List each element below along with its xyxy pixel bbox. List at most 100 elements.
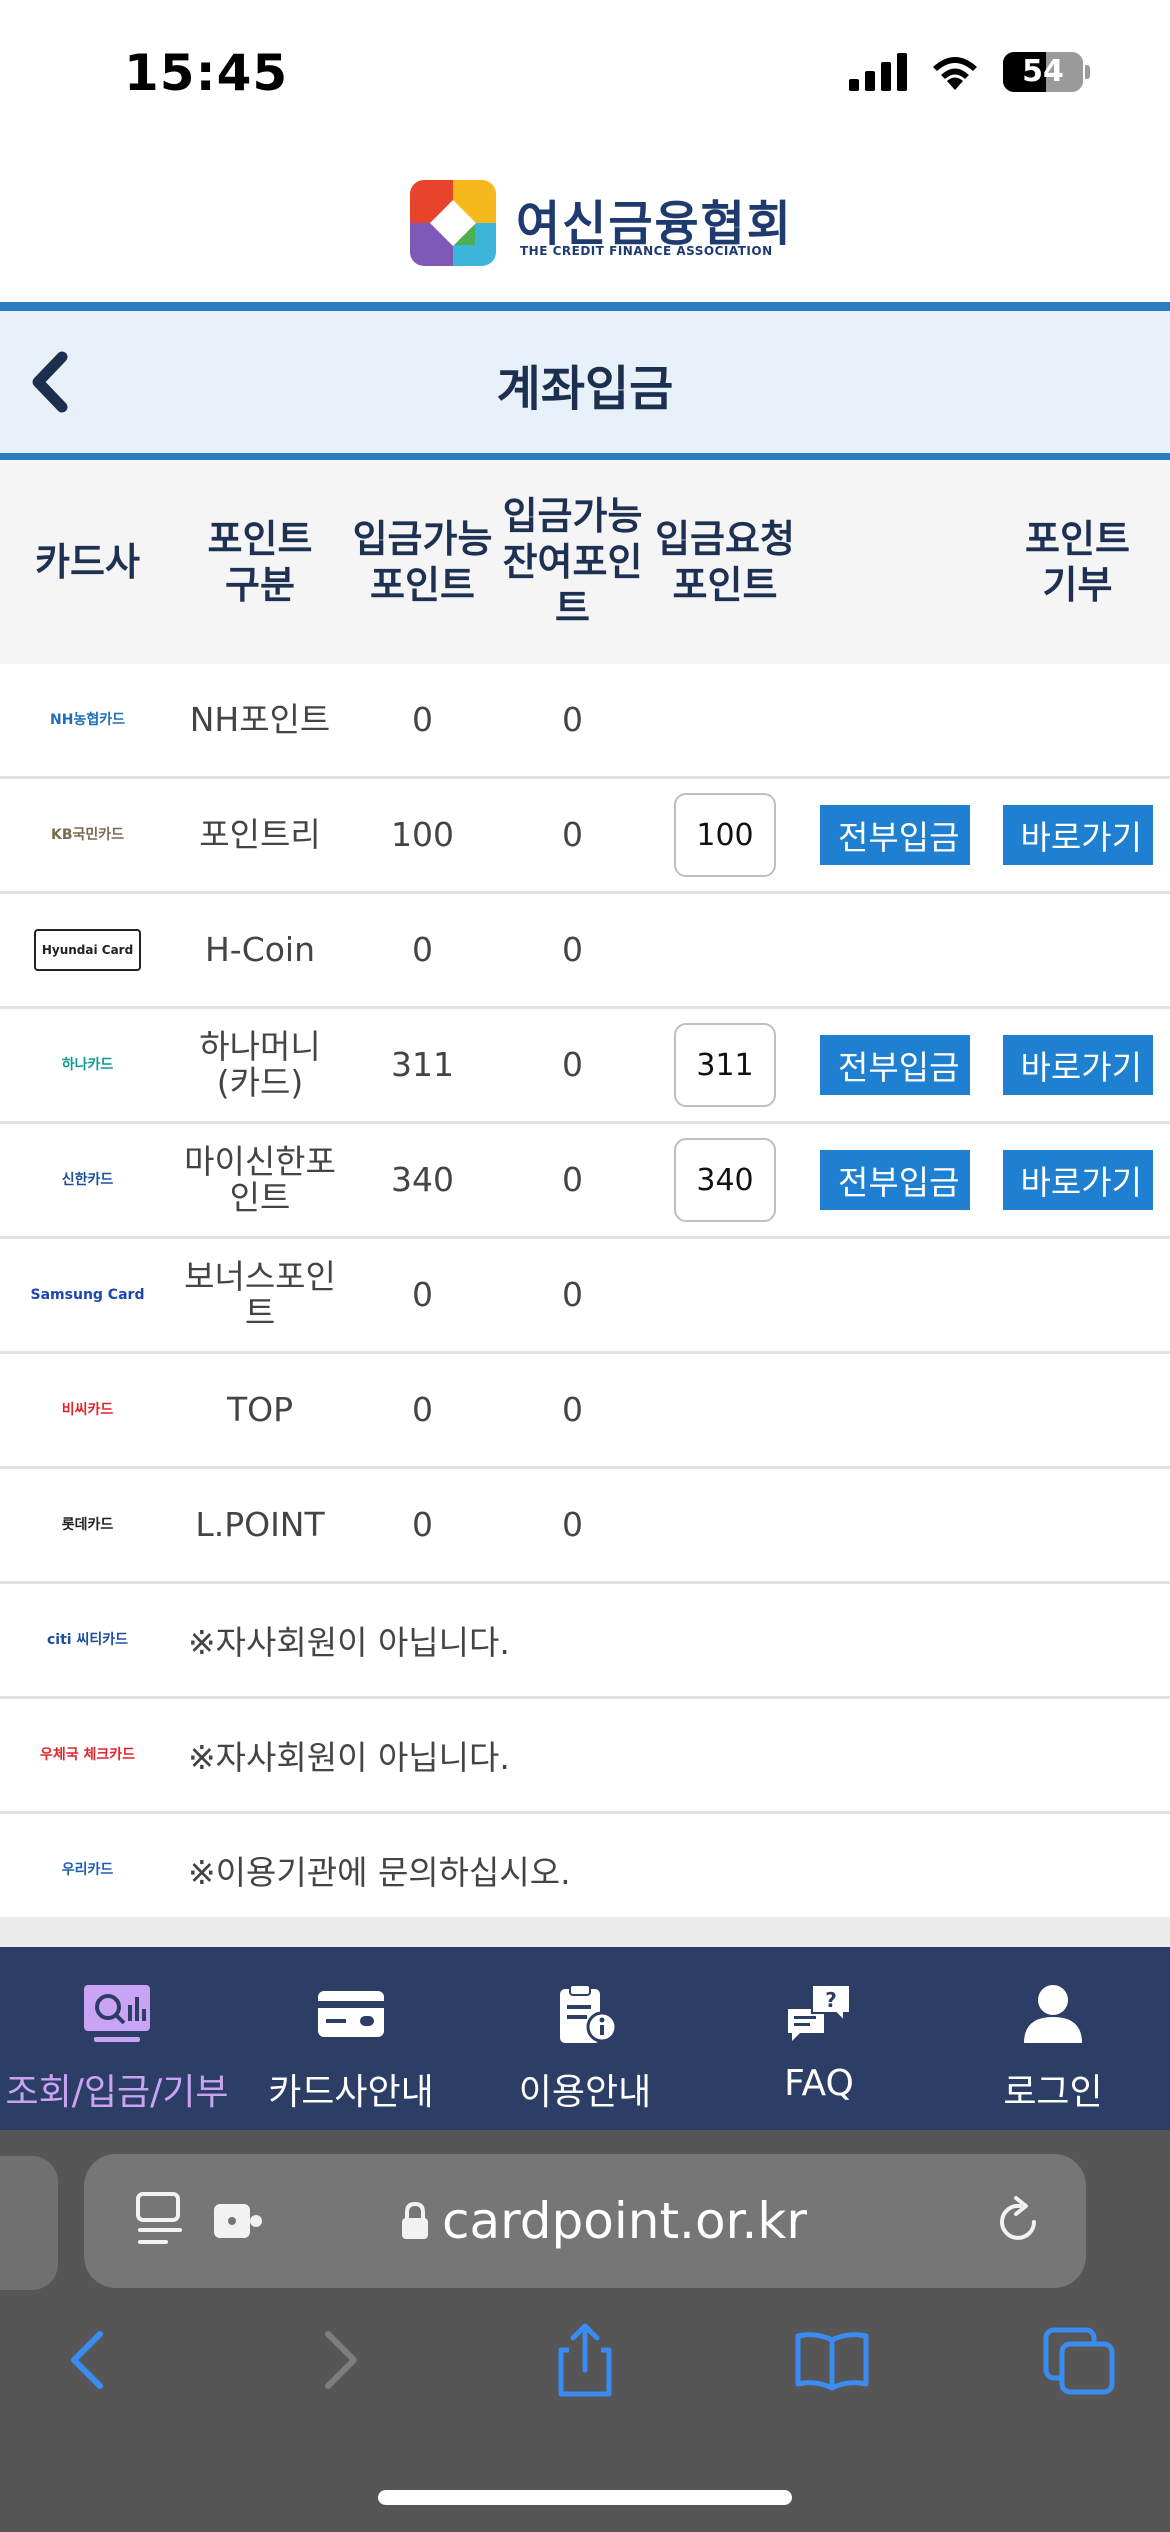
member-notice: ※이용기관에 문의하십시오.: [188, 1853, 571, 1892]
card-logo-citi: citi 씨티카드: [47, 1632, 128, 1648]
request-points-input[interactable]: [674, 1138, 776, 1222]
remaining-points: 0: [562, 1275, 583, 1314]
available-points: 340: [391, 1160, 454, 1199]
table-row: Hyundai Card H-Coin 0 0: [0, 894, 1170, 1009]
header-divider: [0, 302, 1170, 311]
tabs-icon[interactable]: [1040, 2320, 1120, 2400]
back-icon[interactable]: [48, 2320, 128, 2400]
brand-header: 여신금융협회 THE CREDIT FINANCE ASSOCIATION: [0, 150, 1170, 302]
status-time: 15:45: [124, 44, 289, 102]
card-logo-bc: 비씨카드: [61, 1402, 114, 1418]
table-row: 하나카드 하나머니(카드) 311 0 전부입금 바로가기: [0, 1009, 1170, 1124]
remaining-points: 0: [562, 1160, 583, 1199]
reader-mode-icon[interactable]: [134, 2192, 186, 2248]
header-point-type: 포인트 구분: [207, 517, 313, 607]
header-request-points: 입금요청 포인트: [655, 517, 795, 607]
table-bottom-spacer: [0, 1917, 1170, 1947]
card-logo-lotte: 롯데카드: [61, 1517, 114, 1533]
point-type: 마이신한포 인트: [184, 1142, 336, 1217]
cellular-signal-icon: [849, 53, 907, 91]
card-logo-kb: KB국민카드: [50, 827, 125, 843]
available-points: 0: [412, 700, 433, 739]
table-row: KB국민카드 포인트리 100 0 전부입금 바로가기: [0, 779, 1170, 894]
request-points-cell: [645, 1009, 805, 1121]
shortcut-button[interactable]: 바로가기: [1002, 1150, 1153, 1210]
shortcut-cell: 바로가기: [985, 1124, 1170, 1236]
nav-label: 카드사안내: [268, 2072, 434, 2113]
request-points-input[interactable]: [674, 1023, 776, 1107]
nav-item-usage-guide[interactable]: 이용안내: [468, 1947, 702, 2130]
nav-item-login[interactable]: 로그인: [936, 1947, 1170, 2130]
svg-text:?: ?: [825, 1988, 837, 2012]
point-type: 포인트리: [199, 815, 321, 854]
nav-item-card-info[interactable]: 카드사안내: [234, 1947, 468, 2130]
brand-subtitle: THE CREDIT FINANCE ASSOCIATION: [520, 244, 773, 258]
member-notice: ※자사회원이 아닙니다.: [188, 1623, 510, 1662]
header-point-donate: 포인트 기부: [1025, 517, 1130, 607]
share-icon[interactable]: [545, 2320, 625, 2400]
title-divider: [0, 453, 1170, 460]
card-logo-shinhan: 신한카드: [61, 1172, 114, 1188]
shortcut-cell: 바로가기: [985, 1009, 1170, 1121]
status-icons: 54: [849, 52, 1090, 92]
point-type: L.POINT: [195, 1505, 325, 1544]
header-remaining-points: 입금가능 잔여포인 트: [502, 494, 643, 630]
bottom-nav: 조회/입금/기부 카드사안내 이용안내 ? FAQ 로그인: [0, 1947, 1170, 2130]
point-type: NH포인트: [189, 700, 331, 739]
url-text: cardpoint.or.kr: [442, 2192, 807, 2250]
chart-search-icon: [84, 1985, 150, 2042]
header-available-points: 입금가능 포인트: [352, 517, 493, 607]
deposit-all-button[interactable]: 전부입금: [820, 1150, 970, 1210]
nav-item-faq[interactable]: ? FAQ: [702, 1947, 936, 2130]
remaining-points: 0: [562, 700, 583, 739]
user-icon: [1024, 1985, 1082, 2043]
table-row: 롯데카드 L.POINT 0 0: [0, 1469, 1170, 1584]
address-bar[interactable]: cardpoint.or.kr: [84, 2154, 1086, 2288]
remaining-points: 0: [562, 1045, 583, 1084]
remaining-points: 0: [562, 1390, 583, 1429]
card-logo-hyundai: Hyundai Card: [0, 894, 175, 1006]
deposit-all-cell: 전부입금: [805, 1124, 985, 1236]
extension-icon[interactable]: [212, 2198, 264, 2244]
lock-icon: [402, 2201, 428, 2239]
deposit-all-button[interactable]: 전부입금: [820, 805, 970, 865]
status-bar: 15:45 54: [0, 0, 1170, 150]
point-type: H-Coin: [204, 930, 316, 969]
battery-tip: [1085, 65, 1090, 79]
page-title-bar: 계좌입금: [0, 311, 1170, 453]
points-table: 카드사 포인트 구분 입금가능 포인트 입금가능 잔여포인 트 입금요청 포인트 포인트 기…: [0, 460, 1170, 1929]
table-row: 우체국 체크카드 ※자사회원이 아닙니다.: [0, 1699, 1170, 1814]
reload-icon[interactable]: [994, 2192, 1046, 2248]
request-points-cell: [645, 779, 805, 891]
available-points: 311: [391, 1045, 454, 1084]
shortcut-cell: 바로가기: [985, 779, 1170, 891]
available-points: 100: [391, 815, 454, 854]
member-notice: ※자사회원이 아닙니다.: [188, 1738, 510, 1777]
forward-icon[interactable]: [300, 2320, 380, 2400]
home-indicator[interactable]: [378, 2490, 792, 2505]
browser-chrome: cardpoint.or.kr: [0, 2130, 1170, 2532]
point-type: 하나머니 (카드): [199, 1027, 321, 1102]
credit-card-icon: [318, 1991, 384, 2037]
remaining-points: 0: [562, 815, 583, 854]
remaining-points: 0: [562, 930, 583, 969]
point-type: 보너스포인 트: [184, 1257, 336, 1332]
table-row: citi 씨티카드 ※자사회원이 아닙니다.: [0, 1584, 1170, 1699]
shortcut-button[interactable]: 바로가기: [1002, 805, 1153, 865]
association-logo-icon[interactable]: [410, 180, 496, 266]
card-logo-hana: 하나카드: [61, 1057, 114, 1073]
nav-label: 조회/입금/기부: [5, 2072, 229, 2113]
card-logo-samsung: Samsung Card: [30, 1287, 145, 1303]
card-logo-epost: 우체국 체크카드: [39, 1747, 136, 1763]
battery-percent: 54: [1022, 54, 1064, 89]
request-points-input[interactable]: [674, 793, 776, 877]
table-row: 비씨카드 TOP 0 0: [0, 1354, 1170, 1469]
deposit-all-cell: 전부입금: [805, 779, 985, 891]
bookmarks-icon[interactable]: [792, 2320, 872, 2400]
nav-label: FAQ: [784, 2063, 854, 2104]
deposit-all-button[interactable]: 전부입금: [820, 1035, 970, 1095]
nav-item-inquiry[interactable]: 조회/입금/기부: [0, 1947, 234, 2130]
previous-tab-edge[interactable]: [0, 2156, 58, 2290]
shortcut-button[interactable]: 바로가기: [1002, 1035, 1153, 1095]
page-title: 계좌입금: [496, 361, 674, 417]
